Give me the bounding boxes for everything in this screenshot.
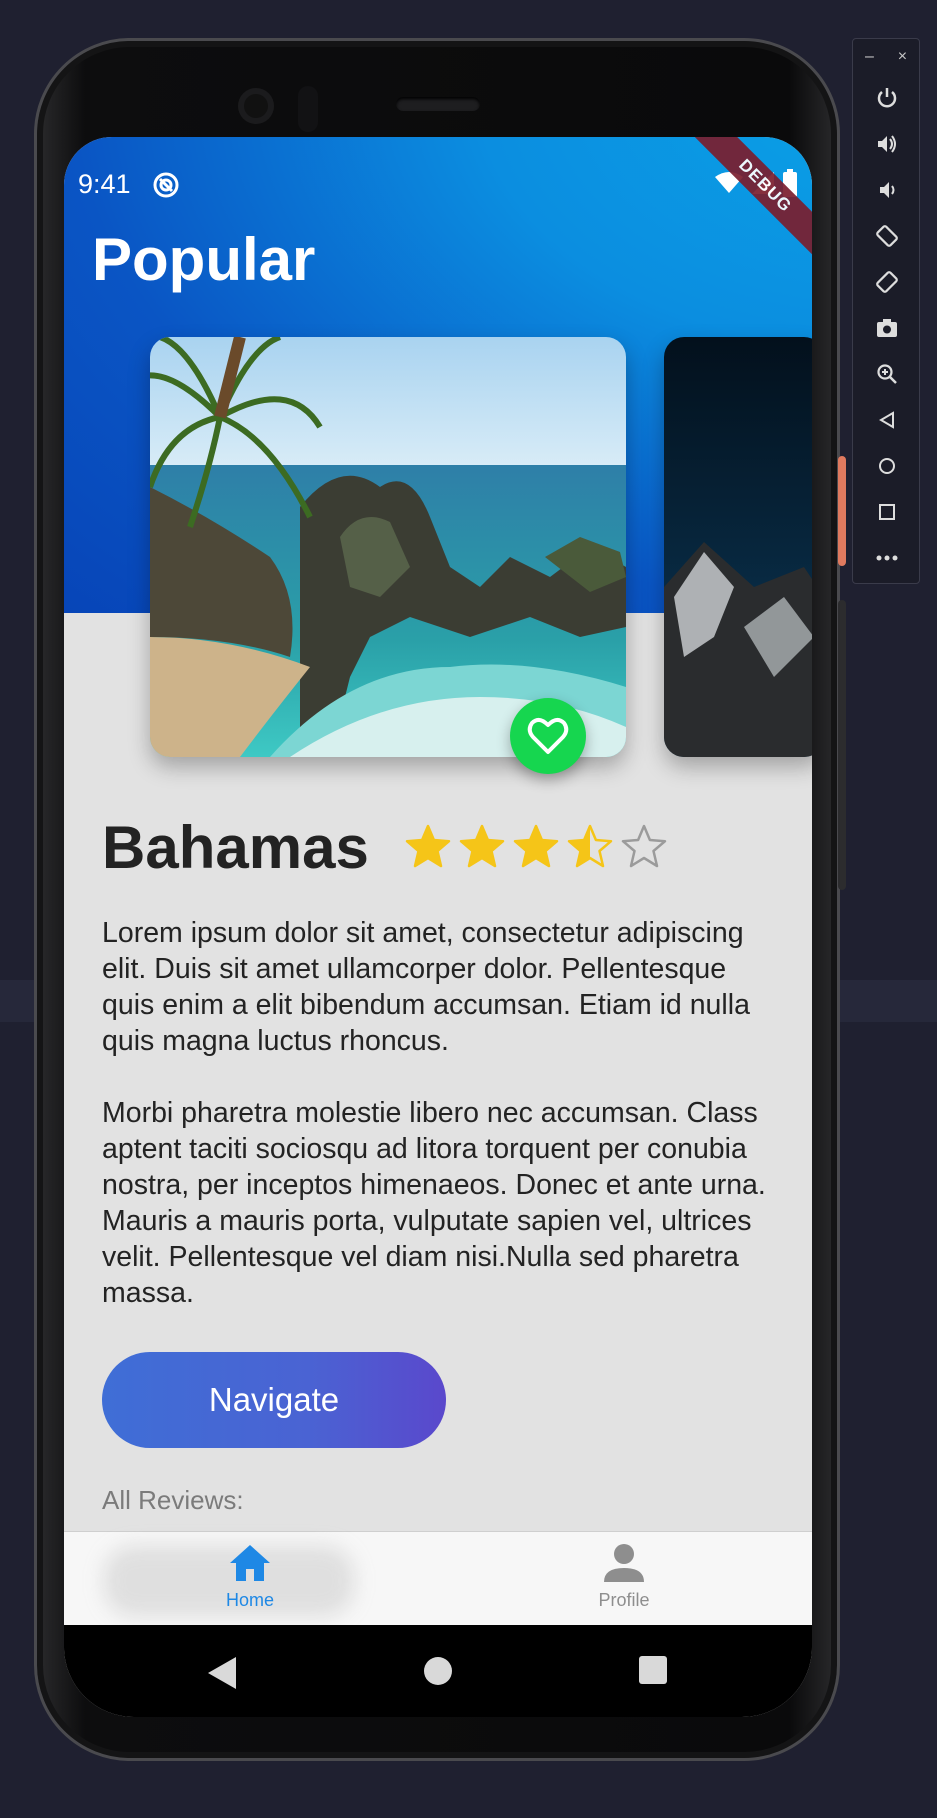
front-camera <box>238 88 274 124</box>
earpiece-speaker <box>396 97 480 111</box>
nav-item-home[interactable]: Home <box>190 1540 310 1611</box>
system-home-icon[interactable] <box>422 1655 454 1687</box>
rotate-right-icon <box>876 271 898 293</box>
more-button[interactable] <box>853 535 921 581</box>
phone-power-button <box>838 456 846 566</box>
rotate-right-button[interactable] <box>853 259 921 305</box>
star-rating <box>404 823 668 871</box>
destination-description: Lorem ipsum dolor sit amet, consectetur … <box>102 915 782 1311</box>
system-back-icon[interactable] <box>206 1655 238 1691</box>
status-time: 9:41 <box>78 169 131 199</box>
minimize-button[interactable]: – <box>865 48 874 66</box>
page-title: Popular <box>92 226 316 293</box>
app-screen: 9:41 DEBUG Popular Bahamas Lorem ipsum d… <box>64 137 812 1717</box>
volume-up-icon <box>878 135 896 153</box>
back-icon <box>879 411 894 429</box>
phone-volume-button <box>838 600 846 890</box>
navigate-button[interactable]: Navigate <box>102 1352 446 1448</box>
description-paragraph: Lorem ipsum dolor sit amet, consectetur … <box>102 917 750 1057</box>
next-destination-image <box>664 337 812 757</box>
zoom-icon <box>877 364 897 384</box>
reviews-label: All Reviews: <box>102 1485 244 1515</box>
emulator-window-controls: – × <box>853 39 919 75</box>
next-destination-card[interactable] <box>664 337 812 757</box>
zoom-button[interactable] <box>853 351 921 397</box>
volume-down-button[interactable] <box>853 167 921 213</box>
description-paragraph: Morbi pharetra molestie libero nec accum… <box>102 1097 766 1309</box>
star-empty-icon <box>621 824 667 868</box>
home-icon <box>230 1545 270 1581</box>
volume-down-icon <box>880 182 895 198</box>
camera-icon <box>877 319 897 337</box>
emulator-toolbar: – × <box>852 38 920 584</box>
overview-button[interactable] <box>853 489 921 535</box>
nav-item-profile-label: Profile <box>598 1590 650 1610</box>
volume-up-button[interactable] <box>853 121 921 167</box>
person-icon <box>604 1544 644 1582</box>
star-full-icon <box>459 824 505 868</box>
system-recents-icon[interactable] <box>638 1655 668 1685</box>
star-full-icon <box>405 824 451 868</box>
star-full-icon <box>513 824 559 868</box>
overview-icon <box>879 504 895 520</box>
heart-icon <box>527 718 569 754</box>
rotate-left-icon <box>876 225 898 247</box>
home-button[interactable] <box>853 443 921 489</box>
bottom-navigation-bar: Home Profile <box>64 1531 812 1625</box>
system-navigation-bar <box>64 1625 812 1717</box>
power-icon <box>877 88 897 108</box>
app-notification-icon <box>153 172 179 198</box>
destination-card[interactable] <box>150 337 626 757</box>
proximity-sensor <box>298 86 318 132</box>
rotate-left-button[interactable] <box>853 213 921 259</box>
home-circle-icon <box>879 458 895 474</box>
close-button[interactable]: × <box>898 48 907 66</box>
back-button[interactable] <box>853 397 921 443</box>
destination-image <box>150 337 626 757</box>
more-icon <box>876 555 898 561</box>
power-button[interactable] <box>853 75 921 121</box>
nav-item-profile[interactable]: Profile <box>564 1540 684 1611</box>
favorite-button[interactable] <box>510 698 586 774</box>
nav-item-home-label: Home <box>225 1590 274 1610</box>
star-half-icon <box>567 824 613 868</box>
screenshot-button[interactable] <box>853 305 921 351</box>
status-bar: 9:41 DEBUG <box>64 137 812 257</box>
destination-name: Bahamas <box>102 814 369 881</box>
